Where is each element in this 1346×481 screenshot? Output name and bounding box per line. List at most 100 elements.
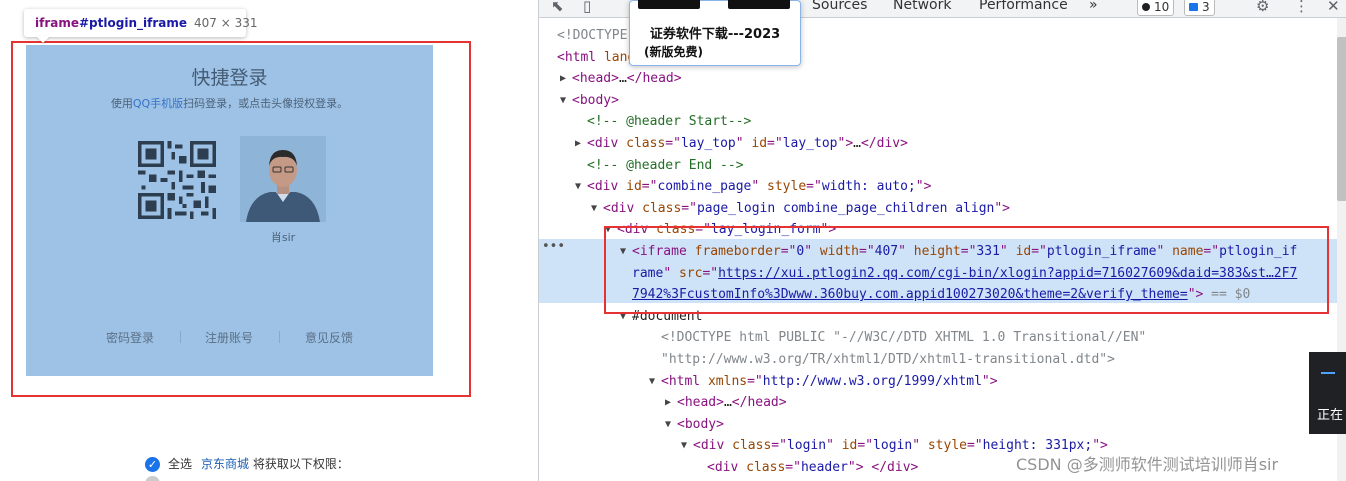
- tab-network[interactable]: Network: [893, 0, 951, 13]
- dom-node-line[interactable]: ▶ <div class="lay_top" id="lay_top">…</di…: [575, 133, 908, 155]
- tooltip-arrow: [36, 36, 50, 43]
- tooltip-size: 407 × 331: [193, 16, 258, 30]
- dom-node-line[interactable]: <!-- @header End -->: [587, 155, 744, 177]
- dom-token: …: [618, 71, 627, 87]
- message-icon: [1189, 3, 1198, 11]
- dom-token: =": [806, 179, 822, 195]
- dom-node-line[interactable]: ▼ <div class="page_login combine_page_chi…: [591, 198, 1011, 220]
- dom-node-line[interactable]: ▼ <html xmlns="http://www.w3.org/1999/xht…: [649, 371, 998, 393]
- dom-token: id: [841, 438, 858, 454]
- message-count: 3: [1202, 0, 1210, 14]
- tooltip-tag: iframe: [35, 16, 79, 30]
- dom-token: login: [873, 438, 913, 454]
- dom-node-line[interactable]: <!DOCTYPE html PUBLIC "-//W3C//DTD XHTML…: [661, 327, 1146, 349]
- dom-token: header: [800, 460, 848, 475]
- dom-node-line[interactable]: <div class="header"> </div>: [707, 457, 918, 479]
- dom-token: </div>: [860, 136, 908, 151]
- ad-thumbnail-image: [728, 0, 790, 9]
- minimize-icon[interactable]: [1321, 372, 1335, 374]
- expand-triangle-icon[interactable]: ▼: [575, 176, 581, 198]
- dom-token: ": [912, 438, 928, 454]
- inspect-element-icon[interactable]: ⬉: [551, 0, 564, 15]
- dom-node-line[interactable]: ▼ <body>: [665, 414, 724, 436]
- dom-token: <div: [693, 438, 733, 454]
- devtools-panel: ⬉ ▯ Sources Network Performance » 10 3 ⚙…: [538, 0, 1346, 481]
- more-tabs-button[interactable]: »: [1089, 0, 1098, 13]
- annotation-red-box-left: [11, 41, 471, 397]
- dom-token: =": [771, 438, 787, 454]
- dom-node-line[interactable]: "http://www.w3.org/TR/xhtml1/DTD/xhtml1-…: [661, 349, 1115, 371]
- dom-token: ">: [981, 373, 998, 389]
- dom-token: =": [785, 460, 801, 475]
- expand-triangle-icon[interactable]: ▼: [665, 414, 671, 436]
- collapse-triangle-icon[interactable]: ▶: [560, 68, 566, 90]
- dom-node-line[interactable]: ▼ <div id="combine_page" style="width: au…: [575, 176, 932, 198]
- dom-token: <html: [661, 373, 708, 389]
- dom-token: lay_top: [680, 136, 736, 151]
- dom-token: <head>: [572, 71, 619, 87]
- dom-node-line[interactable]: <!-- @header Start-->: [587, 111, 751, 133]
- dom-token: =": [641, 179, 658, 195]
- dom-token: ">: [915, 179, 932, 195]
- dom-token: ": [735, 136, 752, 151]
- dom-node-line[interactable]: <html lang: [557, 47, 635, 69]
- dom-token: =": [767, 136, 783, 151]
- expand-triangle-icon[interactable]: ▼: [681, 435, 687, 457]
- dom-token: <div: [707, 460, 747, 475]
- dom-node-line[interactable]: <!DOCTYPE: [557, 25, 627, 47]
- dom-token: <!DOCTYPE: [557, 28, 628, 43]
- dom-token: ": [751, 179, 768, 195]
- dom-token: <head>: [677, 395, 724, 411]
- permission-checkbox[interactable]: [145, 476, 160, 481]
- tab-performance[interactable]: Performance: [979, 0, 1068, 13]
- collapse-triangle-icon[interactable]: ▶: [575, 133, 581, 155]
- dom-token: <body>: [572, 92, 619, 108]
- dom-token: </head>: [626, 71, 682, 87]
- scrollbar-thumb[interactable]: [1337, 37, 1346, 201]
- dom-token: <!-- @header Start-->: [587, 114, 752, 130]
- dom-token: <html: [557, 49, 597, 65]
- close-icon[interactable]: ✕: [1327, 0, 1340, 15]
- dom-token: page_login combine_page_children align: [696, 200, 995, 216]
- expand-triangle-icon[interactable]: ▼: [591, 198, 597, 220]
- side-float-widget[interactable]: 正在: [1309, 352, 1346, 434]
- dom-token: <div: [603, 200, 643, 216]
- device-toolbar-icon[interactable]: ▯: [583, 0, 591, 15]
- dom-token: =": [681, 200, 697, 216]
- tab-sources[interactable]: Sources: [812, 0, 867, 13]
- annotation-red-box-right: [604, 226, 1329, 314]
- side-widget-text: 正在: [1317, 408, 1344, 423]
- ad-title: 证券软件下载---2023: [649, 27, 781, 42]
- dom-token: style: [927, 438, 967, 454]
- permission-row: ✓ 全选 京东商城 将获取以下权限：: [145, 455, 349, 472]
- check-all-checkbox[interactable]: ✓: [145, 457, 160, 472]
- dom-token: xmlns: [707, 373, 748, 389]
- dom-token: </head>: [731, 395, 787, 411]
- dom-token: <body>: [677, 416, 724, 432]
- dom-node-line[interactable]: ▶ <head>…</head>: [665, 392, 787, 414]
- message-count-badge[interactable]: 3: [1184, 0, 1215, 16]
- dom-node-line[interactable]: ▼ <body>: [560, 90, 619, 112]
- dom-token: combine_page: [657, 179, 752, 195]
- dom-token: lay_top: [782, 136, 838, 151]
- ad-popup[interactable]: 证券软件下载---2023 (新版免费): [629, 0, 801, 66]
- expand-triangle-icon[interactable]: ▼: [560, 90, 566, 112]
- dom-node-line[interactable]: ▶ <head>…</head>: [560, 68, 682, 90]
- error-count-badge[interactable]: 10: [1137, 0, 1175, 16]
- dom-token: id: [751, 136, 768, 151]
- error-count: 10: [1154, 0, 1170, 14]
- check-all-label: 全选: [168, 457, 193, 471]
- expand-triangle-icon[interactable]: ▼: [649, 371, 655, 393]
- collapse-triangle-icon[interactable]: ▶: [665, 392, 671, 414]
- brand-name: 京东商城: [201, 457, 250, 471]
- dom-token: style: [767, 179, 807, 195]
- more-options-icon[interactable]: ⋮: [1294, 0, 1309, 15]
- dom-token: <!-- @header End -->: [587, 157, 744, 173]
- gear-icon[interactable]: ⚙: [1256, 0, 1269, 15]
- dom-token: [596, 50, 604, 65]
- dom-token: http://www.w3.org/1999/xhtml: [762, 373, 982, 389]
- dom-token: =": [747, 373, 763, 389]
- dom-token: ">: [994, 200, 1011, 216]
- dom-token: class: [626, 136, 666, 151]
- dom-token: …: [853, 136, 861, 151]
